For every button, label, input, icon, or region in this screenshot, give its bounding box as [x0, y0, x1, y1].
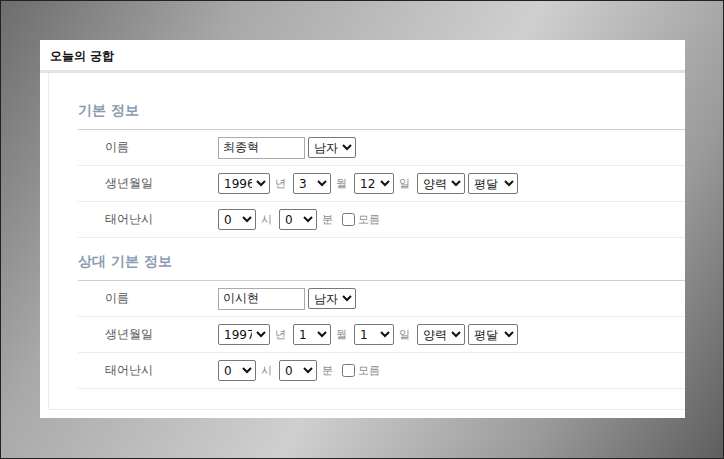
hour-select[interactable]: 0	[218, 360, 256, 381]
year-select[interactable]: 1996	[218, 173, 270, 194]
day-select[interactable]: 1	[354, 324, 394, 345]
field-controls: 1996 년3월 12 일 양력평달	[218, 173, 518, 194]
field-label: 이름	[78, 290, 218, 307]
day-select[interactable]: 12	[354, 173, 394, 194]
gender-select[interactable]: 남자	[308, 137, 356, 158]
minute-select[interactable]: 0	[279, 360, 317, 381]
hour-unit: 시	[261, 212, 272, 227]
month-select[interactable]: 3	[293, 173, 331, 194]
year-unit: 년	[275, 176, 286, 191]
section-heading: 상대 기본 정보	[78, 238, 685, 281]
unknown-checkbox-label[interactable]: 모름	[342, 212, 380, 227]
form-row: 태어난시0시0분모름	[78, 353, 685, 389]
year-select[interactable]: 1997	[218, 324, 270, 345]
hour-unit: 시	[261, 363, 272, 378]
minute-unit: 분	[322, 363, 333, 378]
info-section: 기본 정보이름남자생년월일1996년3월12일양력평달태어난시0시0분모름	[78, 87, 685, 238]
unknown-text: 모름	[358, 212, 380, 227]
form-row: 태어난시0시0분모름	[78, 202, 685, 238]
minute-select[interactable]: 0	[279, 209, 317, 230]
unknown-checkbox-label[interactable]: 모름	[342, 363, 380, 378]
field-controls: 남자	[218, 137, 356, 159]
month-select[interactable]: 1	[293, 324, 331, 345]
day-unit: 일	[399, 176, 410, 191]
panel-title: 오늘의 궁합	[40, 40, 685, 73]
unknown-text: 모름	[358, 363, 380, 378]
screen: 오늘의 궁합기본 정보이름남자생년월일1996년3월12일양력평달태어난시0시0…	[0, 0, 724, 459]
leap-month-select[interactable]: 평달	[468, 173, 518, 194]
form-row: 생년월일1997년1월1일양력평달	[78, 317, 685, 353]
field-controls: 0시0분모름	[218, 360, 380, 381]
field-label: 생년월일	[78, 175, 218, 192]
name-input[interactable]	[218, 288, 305, 310]
panel-body: 기본 정보이름남자생년월일1996년3월12일양력평달태어난시0시0분모름상대 …	[40, 73, 685, 418]
field-controls: 1997년1월1일양력평달	[218, 324, 518, 345]
field-label: 태어난시	[78, 211, 218, 228]
year-unit: 년	[275, 327, 286, 342]
compatibility-panel: 오늘의 궁합기본 정보이름남자생년월일1996년3월12일양력평달태어난시0시0…	[40, 40, 685, 418]
section-heading: 기본 정보	[78, 87, 685, 130]
field-label: 이름	[78, 139, 218, 156]
hour-select[interactable]: 0	[218, 209, 256, 230]
field-label: 생년월일	[78, 326, 218, 343]
form-row: 이름 남자	[78, 130, 685, 166]
day-unit: 일	[399, 327, 410, 342]
field-controls: 남자	[218, 288, 356, 310]
unknown-checkbox[interactable]	[342, 364, 355, 377]
form-row: 생년월일1996 년3월 12 일 양력평달	[78, 166, 685, 202]
name-input[interactable]	[218, 137, 305, 159]
month-unit: 월	[336, 176, 347, 191]
unknown-checkbox[interactable]	[342, 213, 355, 226]
form-row: 이름 남자	[78, 281, 685, 317]
form-content: 기본 정보이름남자생년월일1996년3월12일양력평달태어난시0시0분모름상대 …	[48, 73, 685, 410]
calendar-select[interactable]: 양력	[417, 173, 465, 194]
month-unit: 월	[336, 327, 347, 342]
minute-unit: 분	[322, 212, 333, 227]
field-label: 태어난시	[78, 362, 218, 379]
calendar-select[interactable]: 양력	[417, 324, 465, 345]
info-section: 상대 기본 정보이름남자생년월일1997년1월1일양력평달태어난시0시0분모름	[78, 238, 685, 389]
field-controls: 0시0분모름	[218, 209, 380, 230]
background-photo: 오늘의 궁합기본 정보이름남자생년월일1996년3월12일양력평달태어난시0시0…	[1, 1, 723, 458]
gender-select[interactable]: 남자	[308, 288, 356, 309]
leap-month-select[interactable]: 평달	[468, 324, 518, 345]
